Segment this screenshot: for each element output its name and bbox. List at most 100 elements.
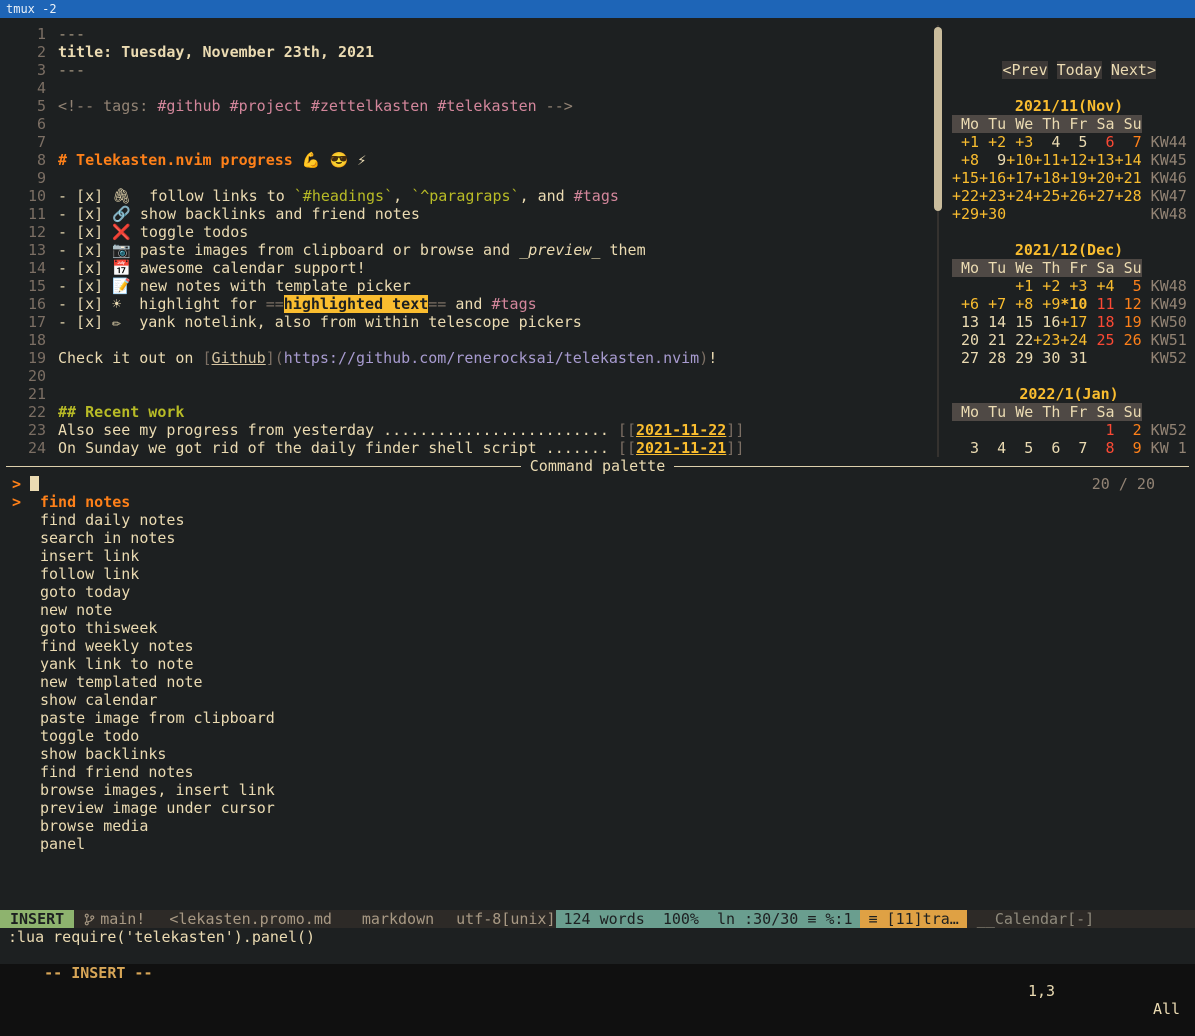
calendar-day[interactable]: +3	[1060, 277, 1087, 295]
scrollbar-thumb[interactable]	[934, 27, 942, 211]
calendar-day[interactable]: +8	[952, 151, 979, 169]
calendar-day[interactable]: +9	[1033, 295, 1060, 313]
wikilink[interactable]: 2021-11-21	[636, 439, 726, 457]
calendar-day[interactable]: +14	[1115, 151, 1142, 169]
calendar-day[interactable]: +16	[979, 169, 1006, 187]
hashtag[interactable]: #zettelkasten	[311, 97, 428, 115]
calendar-day[interactable]: 26	[1115, 331, 1142, 349]
calendar-day[interactable]: 30	[1033, 349, 1060, 367]
calendar-day[interactable]: +2	[979, 133, 1006, 151]
calendar-day[interactable]: +18	[1033, 169, 1060, 187]
calendar-day[interactable]: +12	[1060, 151, 1087, 169]
calendar-day[interactable]: 2	[1115, 421, 1142, 439]
calendar-day[interactable]: +27	[1087, 187, 1114, 205]
calendar-day[interactable]: 11	[1087, 295, 1114, 313]
palette-item[interactable]: find daily notes	[0, 511, 1195, 529]
hashtag[interactable]: #tags	[492, 295, 537, 313]
palette-item[interactable]: follow link	[0, 565, 1195, 583]
calendar-day[interactable]: +8	[1006, 295, 1033, 313]
prev-button[interactable]: <Prev	[1002, 61, 1047, 79]
calendar-day[interactable]: +21	[1115, 169, 1142, 187]
palette-item[interactable]: toggle todo	[0, 727, 1195, 745]
calendar-day[interactable]: +22	[952, 187, 979, 205]
calendar-day[interactable]: 22	[1006, 331, 1033, 349]
today-button[interactable]: Today	[1057, 61, 1102, 79]
calendar-day[interactable]: +1	[1006, 277, 1033, 295]
command-line[interactable]: :lua require('telekasten').panel()	[0, 928, 1195, 946]
palette-item[interactable]: insert link	[0, 547, 1195, 565]
calendar-day[interactable]: +17	[1060, 313, 1087, 331]
palette-item[interactable]: paste image from clipboard	[0, 709, 1195, 727]
calendar-day[interactable]: +17	[1006, 169, 1033, 187]
calendar-day[interactable]: 4	[1033, 133, 1060, 151]
calendar-day[interactable]: 3	[952, 439, 979, 457]
calendar-day[interactable]: 20	[952, 331, 979, 349]
calendar-day[interactable]: 5	[1060, 133, 1087, 151]
calendar-day[interactable]: +15	[952, 169, 979, 187]
calendar-day[interactable]: 27	[952, 349, 979, 367]
calendar-day[interactable]: 18	[1087, 313, 1114, 331]
palette-item[interactable]: search in notes	[0, 529, 1195, 547]
calendar-day[interactable]: 5	[1006, 439, 1033, 457]
palette-item[interactable]: browse media	[0, 817, 1195, 835]
palette-item[interactable]: goto thisweek	[0, 619, 1195, 637]
palette-prompt[interactable]: > 20 / 20	[0, 475, 1195, 493]
calendar-day[interactable]: +2	[1033, 277, 1060, 295]
calendar-day[interactable]: *10	[1060, 295, 1087, 313]
calendar-day[interactable]: +10	[1006, 151, 1033, 169]
calendar-day[interactable]: +25	[1033, 187, 1060, 205]
calendar-day[interactable]: +24	[1060, 331, 1087, 349]
calendar-day[interactable]: +13	[1087, 151, 1114, 169]
palette-item[interactable]: find weekly notes	[0, 637, 1195, 655]
palette-item[interactable]: find friend notes	[0, 763, 1195, 781]
calendar-day[interactable]: 14	[979, 313, 1006, 331]
calendar-day[interactable]: 21	[979, 331, 1006, 349]
calendar-day[interactable]: 8	[1087, 439, 1114, 457]
palette-item[interactable]: show backlinks	[0, 745, 1195, 763]
calendar-day[interactable]: +30	[979, 205, 1006, 223]
link-text[interactable]: Github	[212, 349, 266, 367]
palette-item[interactable]: yank link to note	[0, 655, 1195, 673]
calendar-day[interactable]: 4	[979, 439, 1006, 457]
palette-item[interactable]: new templated note	[0, 673, 1195, 691]
calendar-day[interactable]: 28	[979, 349, 1006, 367]
calendar-day[interactable]: +1	[952, 133, 979, 151]
calendar-day[interactable]: +7	[979, 295, 1006, 313]
hashtag[interactable]: #tags	[574, 187, 619, 205]
window-separator[interactable]	[933, 25, 943, 457]
palette-item[interactable]: browse images, insert link	[0, 781, 1195, 799]
calendar-day[interactable]: 9	[979, 151, 1006, 169]
calendar-day[interactable]: +4	[1087, 277, 1114, 295]
calendar-day[interactable]: 6	[1033, 439, 1060, 457]
wikilink[interactable]: 2021-11-22	[636, 421, 726, 439]
hashtag[interactable]: #github	[157, 97, 220, 115]
editor-window[interactable]: 1---2title: Tuesday, November 23th, 2021…	[0, 25, 933, 457]
hashtag[interactable]: #project	[230, 97, 302, 115]
calendar-day[interactable]: +23	[979, 187, 1006, 205]
link-url[interactable]: https://github.com/renerocksai/telekaste…	[284, 349, 699, 367]
calendar-day[interactable]: +3	[1006, 133, 1033, 151]
next-button[interactable]: Next>	[1111, 61, 1156, 79]
calendar-day[interactable]: 6	[1087, 133, 1114, 151]
palette-item[interactable]: >find notes	[0, 493, 1195, 511]
palette-item[interactable]: preview image under cursor	[0, 799, 1195, 817]
calendar-day[interactable]: +20	[1087, 169, 1114, 187]
calendar-day[interactable]: 13	[952, 313, 979, 331]
calendar-day[interactable]: 1	[1087, 421, 1114, 439]
calendar-day[interactable]: 25	[1087, 331, 1114, 349]
calendar-day[interactable]: +24	[1006, 187, 1033, 205]
calendar-day[interactable]: 16	[1033, 313, 1060, 331]
calendar-day[interactable]: 19	[1115, 313, 1142, 331]
calendar-day[interactable]: +29	[952, 205, 979, 223]
palette-item[interactable]: goto today	[0, 583, 1195, 601]
palette-item[interactable]: panel	[0, 835, 1195, 853]
hashtag[interactable]: #telekasten	[437, 97, 536, 115]
calendar-day[interactable]: 5	[1115, 277, 1142, 295]
palette-item[interactable]: show calendar	[0, 691, 1195, 709]
calendar-day[interactable]: +26	[1060, 187, 1087, 205]
calendar-day[interactable]: +28	[1115, 187, 1142, 205]
calendar-day[interactable]: 15	[1006, 313, 1033, 331]
calendar-day[interactable]: 31	[1060, 349, 1087, 367]
calendar-day[interactable]: 29	[1006, 349, 1033, 367]
calendar-day[interactable]: +19	[1060, 169, 1087, 187]
